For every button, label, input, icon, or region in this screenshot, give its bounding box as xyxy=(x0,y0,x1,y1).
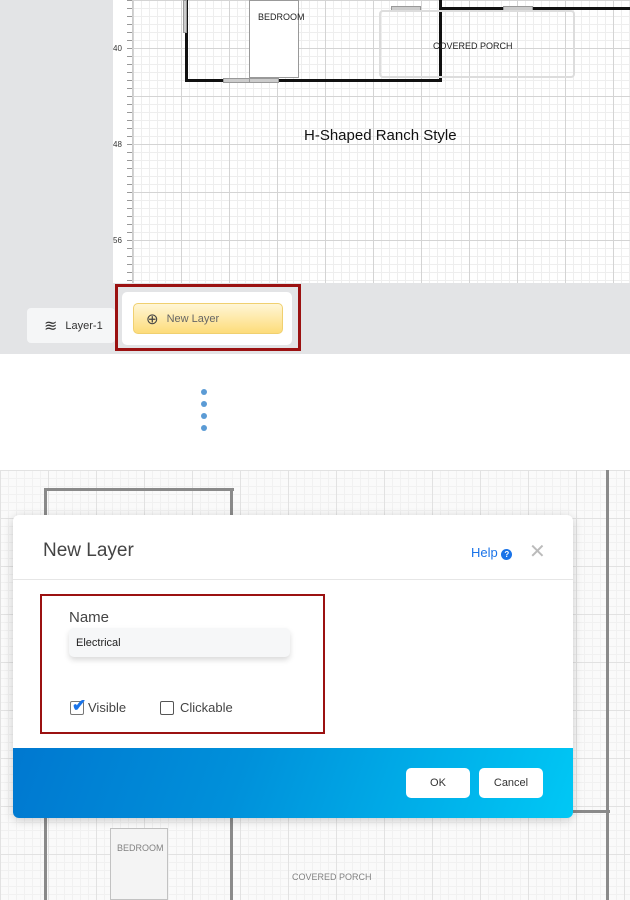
ruler-tick: 48 xyxy=(113,140,122,149)
new-layer-button[interactable]: ⊕ New Layer xyxy=(133,303,283,334)
visible-checkbox[interactable]: ✔ Visible xyxy=(70,695,127,715)
new-layer-dialog: New Layer Help ? ✕ Name ✔ Visible Clicka… xyxy=(13,515,573,818)
help-link[interactable]: Help ? xyxy=(471,545,513,560)
ruler-tick: 56 xyxy=(113,236,122,245)
dialog-header: New Layer Help ? ✕ xyxy=(13,515,573,580)
plan-title: H-Shaped Ranch Style xyxy=(304,127,457,144)
ellipsis-dot xyxy=(201,413,207,419)
ok-button[interactable]: OK xyxy=(406,768,470,798)
ellipsis-dot xyxy=(201,389,207,395)
close-icon[interactable]: ✕ xyxy=(529,539,546,564)
add-layer-icon: ⊕ xyxy=(146,310,159,328)
ruler-tick: 40 xyxy=(113,44,122,53)
checkbox-checked-icon: ✔ xyxy=(70,695,87,715)
layer-label: Layer-1 xyxy=(65,319,103,332)
layer-name-input[interactable] xyxy=(69,628,290,657)
visible-label: Visible xyxy=(88,700,127,715)
name-label: Name xyxy=(69,609,110,626)
layers-icon: ≋ xyxy=(44,317,58,335)
floor-plan-canvas[interactable]: BEDROOM COVERED PORCH H-Shaped Ranch Sty… xyxy=(133,0,630,283)
new-layer-label: New Layer xyxy=(166,312,220,325)
cancel-button[interactable]: Cancel xyxy=(479,768,543,798)
clickable-label: Clickable xyxy=(180,700,233,715)
room-label: BEDROOM xyxy=(258,12,305,22)
help-circle-icon: ? xyxy=(501,549,513,560)
dialog-title: New Layer xyxy=(43,540,134,561)
layer-tab-layer-1[interactable]: ≋ Layer-1 xyxy=(27,308,115,343)
help-label: Help xyxy=(471,545,498,560)
ellipsis-dot xyxy=(201,425,207,431)
dialog-footer: OK Cancel xyxy=(13,748,573,818)
canvas-top-view: 40 48 56 BEDROOM COVERED PORCH H-Shaped … xyxy=(0,0,630,354)
ellipsis-dot xyxy=(201,401,207,407)
clickable-checkbox[interactable]: Clickable xyxy=(160,700,233,715)
checkbox-unchecked-icon xyxy=(160,700,174,715)
room-label: COVERED PORCH xyxy=(433,41,513,51)
